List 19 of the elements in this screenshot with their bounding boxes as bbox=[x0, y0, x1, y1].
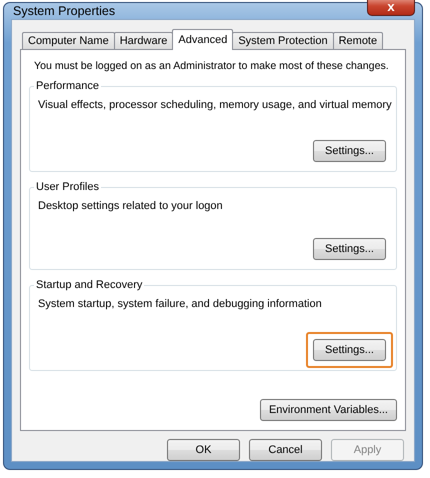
settings-button[interactable]: Settings... bbox=[313, 140, 386, 162]
settings-button[interactable]: Settings... bbox=[313, 339, 386, 361]
tab[interactable]: Hardware bbox=[114, 32, 174, 50]
group-title: Startup and Recovery bbox=[34, 279, 144, 291]
settings-button[interactable]: Settings... bbox=[313, 238, 386, 260]
close-button[interactable]: x bbox=[367, 0, 415, 16]
tab[interactable]: System Protection bbox=[232, 32, 334, 50]
tab[interactable]: Computer Name bbox=[22, 32, 115, 50]
group-description: System startup, system failure, and debugging information bbox=[38, 298, 323, 310]
dialog-button[interactable]: Cancel bbox=[249, 439, 322, 461]
group-title: Performance bbox=[34, 80, 101, 92]
group-title: User Profiles bbox=[34, 181, 101, 193]
group-description: Desktop settings related to your logon bbox=[38, 200, 224, 212]
dialog-button[interactable]: OK bbox=[167, 439, 240, 461]
tab[interactable]: Remote bbox=[332, 32, 384, 50]
tab[interactable]: Advanced bbox=[172, 29, 234, 50]
environment-variables-button[interactable]: Environment Variables... bbox=[260, 399, 397, 421]
window-title: System Properties bbox=[12, 4, 116, 18]
notice-text: You must be logged on as an Administrator to make most of these changes. bbox=[34, 60, 389, 72]
